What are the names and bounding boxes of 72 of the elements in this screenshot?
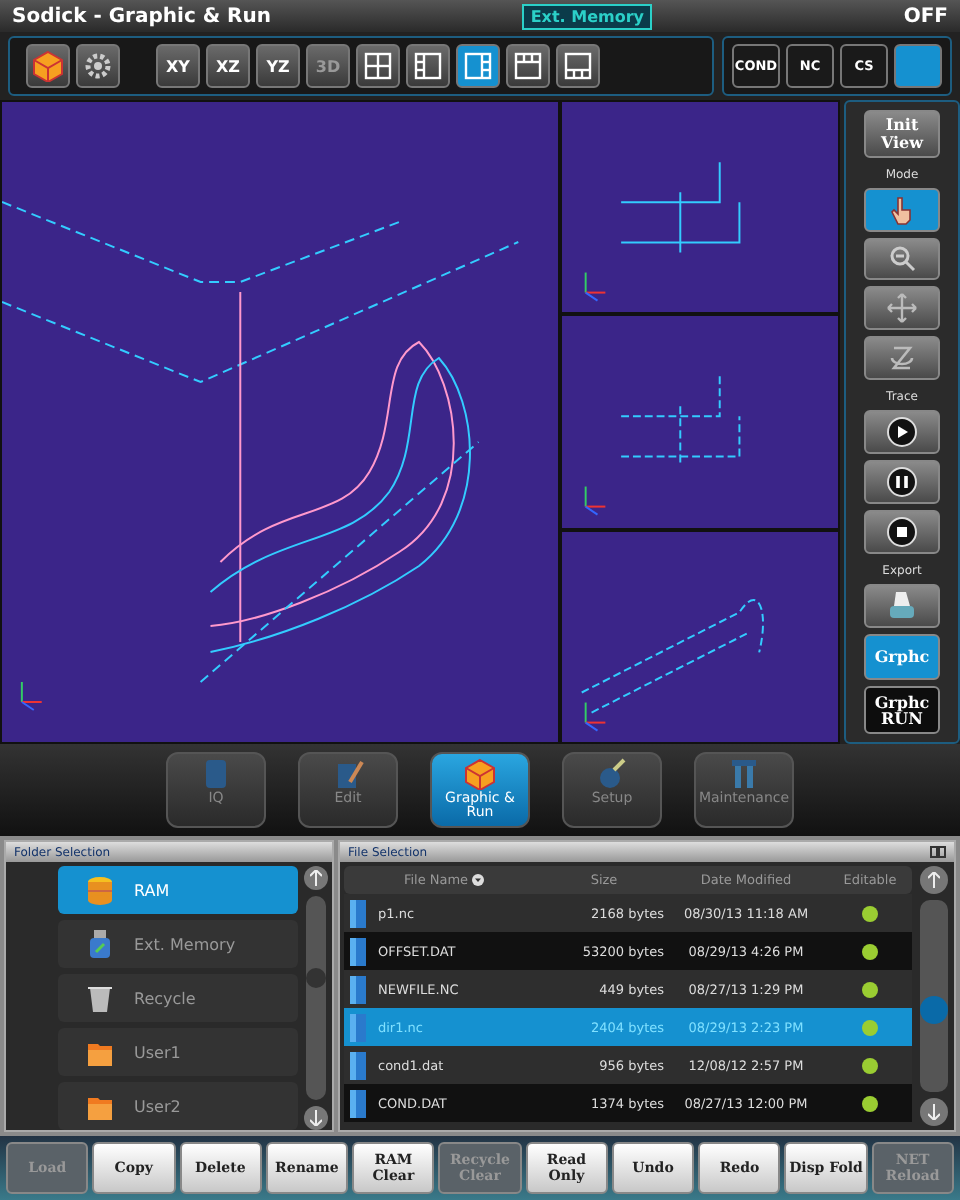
usb-stick-icon [86, 928, 114, 960]
axis-triad-icon [584, 486, 607, 517]
down-arrow-icon [310, 1110, 322, 1126]
cube-icon [30, 50, 66, 82]
layout-button[interactable] [456, 44, 500, 88]
file-icon [350, 1051, 366, 1079]
rotate-axes-icon [886, 342, 918, 375]
tool-button[interactable] [864, 237, 940, 281]
scrollbar-track[interactable] [920, 900, 948, 1092]
toolpath-drawing [620, 161, 741, 254]
file-icon [350, 1013, 366, 1041]
scrollbar-thumb[interactable] [306, 967, 326, 988]
printer-icon [886, 589, 918, 622]
window-title: Sodick - Graphic & Run [12, 5, 271, 27]
tool-button[interactable] [864, 187, 940, 232]
magnifier-icon [886, 242, 918, 275]
tool-button[interactable] [864, 286, 940, 331]
memory-label: Ext. Memory [522, 3, 652, 29]
folder-item[interactable]: Ext. Memory [58, 920, 298, 968]
folder-item[interactable]: User1 [58, 1028, 298, 1076]
up-arrow-icon [310, 870, 322, 886]
status-text: OFF [903, 5, 948, 27]
scroll-down-button[interactable] [920, 1098, 948, 1126]
export-button[interactable]: Grphc [864, 633, 940, 681]
tool-button[interactable] [864, 583, 940, 628]
layout-button[interactable] [406, 44, 450, 88]
down-arrow-icon [928, 1104, 940, 1120]
scroll-up-button[interactable] [304, 866, 328, 890]
view-button[interactable]: XY [156, 44, 200, 88]
maximize-icon [930, 846, 946, 858]
file-icon [350, 975, 366, 1003]
init-view-button[interactable]: Init View [864, 110, 940, 158]
folder-item[interactable]: Recycle [58, 974, 298, 1022]
file-icon [350, 1089, 366, 1117]
settings-button[interactable] [76, 44, 120, 88]
view-button[interactable]: XZ [206, 44, 250, 88]
four-way-arrow-icon [886, 292, 918, 325]
layout-grid-icon [564, 52, 592, 80]
scrollbar-thumb[interactable] [920, 996, 948, 1024]
trash-bin-icon [86, 982, 114, 1014]
layout-grid-icon [364, 52, 392, 80]
layout-button[interactable] [556, 44, 600, 88]
export-button[interactable]: Grphc RUN [864, 686, 940, 735]
play-icon [886, 416, 918, 449]
settings-icon [84, 52, 112, 80]
scrollbar-track[interactable] [306, 896, 326, 1100]
cube-button[interactable] [26, 44, 70, 88]
scroll-up-button[interactable] [920, 866, 948, 894]
view-button[interactable]: YZ [256, 44, 300, 88]
layout-grid-icon [514, 52, 542, 80]
tool-button[interactable] [864, 509, 940, 554]
file-icon [350, 937, 366, 965]
layout-grid-icon [414, 52, 442, 80]
up-arrow-icon [928, 872, 940, 888]
tool-button[interactable] [864, 460, 940, 504]
stop-icon [886, 515, 918, 548]
axis-triad-icon [584, 271, 607, 302]
scroll-down-button[interactable] [304, 1106, 328, 1130]
tool-button[interactable] [864, 410, 940, 455]
layout-button[interactable] [356, 44, 400, 88]
pause-icon [886, 465, 918, 498]
database-stack-icon [86, 874, 114, 906]
axis-triad-icon [20, 681, 43, 711]
sort-icon [472, 874, 485, 886]
axis-triad-icon [584, 700, 607, 731]
folder-item[interactable]: RAM [58, 866, 298, 914]
tool-button[interactable] [864, 336, 940, 381]
layout-button[interactable] [506, 44, 550, 88]
cube-icon [462, 758, 498, 790]
file-icon [350, 899, 366, 927]
folder-item[interactable]: User2 [58, 1082, 298, 1130]
layout-grid-icon [464, 52, 492, 80]
